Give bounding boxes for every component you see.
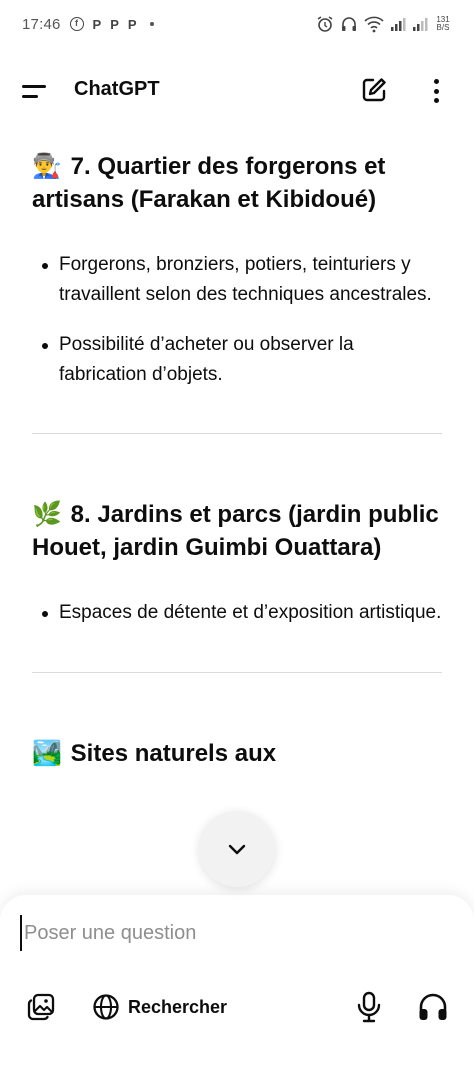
list-item: Possibilité d’acheter ou observer la fab… (32, 330, 444, 390)
message-content: 👨‍🏭 7. Quartier des forgerons et artisan… (32, 150, 444, 770)
p-app-icon: P (92, 16, 102, 32)
search-label: Rechercher (128, 996, 228, 1017)
app-title: ChatGPT (74, 78, 160, 100)
signal-icon (391, 18, 406, 31)
p-app-icon: P (127, 16, 137, 32)
voice-mode-button[interactable] (416, 990, 450, 1024)
list-item: Espaces de détente et d’exposition artis… (32, 598, 444, 628)
signal-icon (413, 18, 428, 31)
section-heading: 🏞️ Sites naturels aux (32, 737, 444, 770)
status-left: 17:46 f P P P (22, 16, 154, 33)
search-button[interactable]: Rechercher (92, 991, 227, 1023)
divider (32, 433, 442, 434)
menu-icon (22, 94, 38, 98)
attach-button[interactable] (25, 991, 57, 1023)
factory-worker-emoji: 👨‍🏭 (32, 152, 62, 180)
prompt-input[interactable] (20, 915, 440, 951)
landscape-emoji: 🏞️ (32, 739, 62, 767)
globe-icon (93, 994, 119, 1020)
app-bar: ChatGPT (0, 58, 474, 122)
new-chat-button[interactable] (358, 74, 390, 106)
dictate-button[interactable] (354, 990, 384, 1024)
more-vertical-icon (433, 98, 439, 103)
edit-icon (362, 78, 386, 102)
section-heading: 👨‍🏭 7. Quartier des forgerons et artisan… (32, 150, 444, 216)
herb-emoji: 🌿 (32, 500, 62, 528)
bullet-list: Espaces de détente et d’exposition artis… (32, 598, 444, 628)
section-heading: 🌿 8. Jardins et parcs (jardin public Hou… (32, 498, 444, 564)
status-time: 17:46 (22, 15, 61, 33)
menu-icon (22, 84, 46, 88)
headset-status-icon (342, 17, 356, 31)
chevron-down-icon (228, 844, 246, 855)
images-icon (27, 993, 55, 1021)
p-app-icon: P (110, 16, 119, 32)
section-heading-text: Sites naturels aux (70, 740, 277, 767)
scroll-down-button[interactable] (199, 811, 275, 887)
status-bar: 17:46 f P P P 131 B/S (0, 0, 474, 48)
more-vertical-icon (433, 88, 439, 94)
alarm-icon (317, 16, 333, 32)
list-item: Forgerons, bronziers, potiers, teinturie… (32, 250, 444, 310)
facebook-icon: f (69, 17, 84, 31)
composer: Rechercher (0, 895, 474, 1080)
menu-button[interactable] (22, 76, 52, 106)
section-heading-text: 7. Quartier des forgerons et artisans (F… (32, 153, 386, 213)
section-heading-text: 8. Jardins et parcs (jardin public Houet… (32, 501, 439, 561)
network-speed-unit: B/S (436, 23, 450, 32)
more-notifications-dot (149, 22, 154, 26)
divider (32, 672, 442, 673)
headphones-icon (419, 993, 447, 1020)
network-speed: 131 B/S (434, 16, 452, 32)
more-options-button[interactable] (426, 76, 446, 106)
more-vertical-icon (433, 79, 439, 84)
status-right: 131 B/S (316, 15, 452, 33)
wifi-icon (364, 16, 384, 33)
microphone-icon (357, 991, 381, 1023)
bullet-list: Forgerons, bronziers, potiers, teinturie… (32, 250, 444, 390)
